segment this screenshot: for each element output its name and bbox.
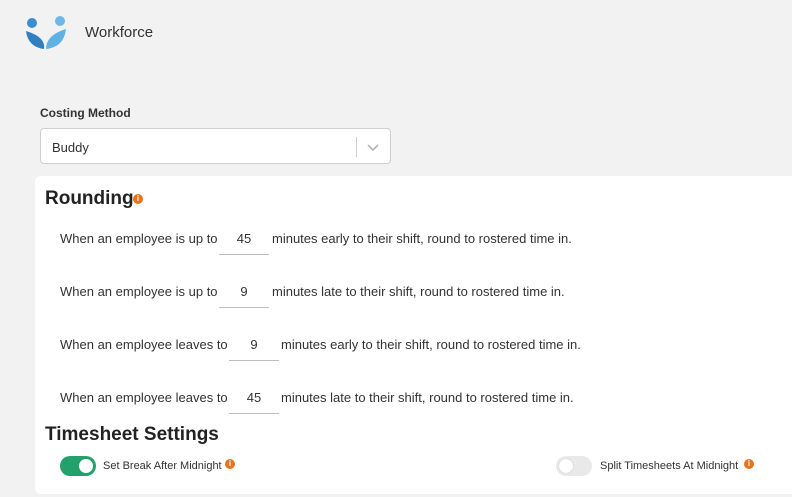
workforce-logo-icon <box>26 16 66 49</box>
costing-method-label: Costing Method <box>40 106 131 120</box>
split-timesheets-at-midnight-label: Split Timesheets At Midnight <box>600 460 739 472</box>
rounding-row-prefix: When an employee is up to <box>60 231 218 246</box>
split-timesheets-info-icon[interactable]: i <box>744 459 754 469</box>
toggle-knob <box>559 459 573 473</box>
rounding-row: When an employee leaves to minutes late … <box>60 382 760 416</box>
rounding-row-suffix: minutes late to their shift, round to ro… <box>272 284 565 299</box>
rounding-row: When an employee is up to minutes early … <box>60 223 760 257</box>
rounding-row-prefix: When an employee leaves to <box>60 390 228 405</box>
split-timesheets-at-midnight-toggle[interactable] <box>556 456 592 476</box>
rounding-title: Rounding <box>45 188 134 209</box>
rounding-row: When an employee is up to minutes late t… <box>60 276 760 310</box>
costing-method-select[interactable]: Buddy <box>40 128 391 164</box>
rounding-row-suffix: minutes early to their shift, round to r… <box>281 337 581 352</box>
set-break-after-midnight-label: Set Break After Midnight <box>103 460 222 472</box>
late-in-minutes-input[interactable] <box>219 276 269 308</box>
rounding-row-prefix: When an employee leaves to <box>60 337 228 352</box>
rounding-row-suffix: minutes early to their shift, round to r… <box>272 231 572 246</box>
set-break-info-icon[interactable]: i <box>225 459 235 469</box>
toggle-knob <box>79 459 93 473</box>
early-out-minutes-input[interactable] <box>229 329 279 361</box>
chevron-down-icon[interactable] <box>365 139 381 155</box>
set-break-after-midnight-toggle[interactable] <box>60 456 96 476</box>
early-in-minutes-input[interactable] <box>219 223 269 255</box>
settings-card: Rounding i When an employee is up to min… <box>35 176 792 494</box>
app-title: Workforce <box>85 24 154 41</box>
select-divider <box>356 137 357 157</box>
rounding-row-suffix: minutes late to their shift, round to ro… <box>281 390 574 405</box>
app-header: Workforce <box>0 0 792 66</box>
late-out-minutes-input[interactable] <box>229 382 279 414</box>
rounding-info-icon[interactable]: i <box>133 194 143 204</box>
costing-method-value: Buddy <box>52 140 89 155</box>
rounding-row: When an employee leaves to minutes early… <box>60 329 760 363</box>
timesheet-settings-title: Timesheet Settings <box>45 424 219 445</box>
rounding-row-prefix: When an employee is up to <box>60 284 218 299</box>
